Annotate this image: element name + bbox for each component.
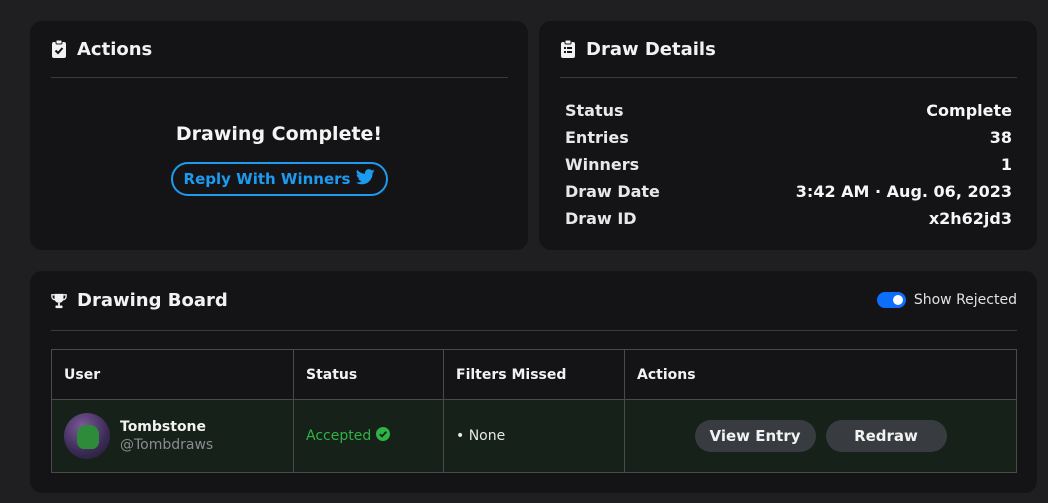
detail-label: Winners bbox=[565, 155, 640, 174]
detail-value: 38 bbox=[989, 128, 1012, 147]
column-header-filters-missed: Filters Missed bbox=[443, 349, 625, 400]
drawing-board-table: User Status Filters Missed Actions Tombs… bbox=[51, 349, 1017, 473]
status-text: Accepted bbox=[306, 428, 372, 444]
detail-label: Draw Date bbox=[565, 182, 660, 201]
show-rejected-control: Show Rejected bbox=[876, 292, 1017, 308]
actions-card: Actions Drawing Complete! Reply With Win… bbox=[30, 21, 528, 250]
board-title: Drawing Board bbox=[77, 290, 228, 311]
clipboard-list-icon bbox=[560, 40, 576, 58]
user-name[interactable]: Tombstone bbox=[120, 419, 213, 435]
show-rejected-toggle[interactable] bbox=[876, 292, 906, 308]
table-row: Tombstone @Tombdraws Accepted • None Vie… bbox=[51, 399, 1017, 473]
detail-row-status: Status Complete bbox=[565, 97, 1012, 124]
detail-label: Entries bbox=[565, 128, 629, 147]
filters-missed-cell: • None bbox=[443, 399, 625, 473]
detail-label: Status bbox=[565, 101, 624, 120]
check-circle-icon bbox=[376, 427, 391, 445]
detail-row-draw-date: Draw Date 3:42 AM · Aug. 06, 2023 bbox=[565, 178, 1012, 205]
detail-label: Draw ID bbox=[565, 209, 637, 228]
detail-row-draw-id: Draw ID x2h62jd3 bbox=[565, 205, 1012, 232]
table-header-row: User Status Filters Missed Actions bbox=[51, 349, 1017, 400]
detail-value: x2h62jd3 bbox=[928, 209, 1012, 228]
detail-row-entries: Entries 38 bbox=[565, 124, 1012, 151]
drawing-board-card: Drawing Board Show Rejected User Status … bbox=[30, 271, 1037, 493]
show-rejected-label: Show Rejected bbox=[913, 292, 1017, 308]
column-header-actions: Actions bbox=[624, 349, 1017, 400]
detail-value: Complete bbox=[926, 101, 1012, 120]
detail-row-winners: Winners 1 bbox=[565, 151, 1012, 178]
status-cell: Accepted bbox=[293, 399, 444, 473]
user-cell: Tombstone @Tombdraws bbox=[51, 399, 294, 473]
details-title: Draw Details bbox=[586, 38, 716, 60]
reply-button-label: Reply With Winners bbox=[183, 170, 351, 188]
drawing-complete-text: Drawing Complete! bbox=[175, 123, 383, 145]
avatar[interactable] bbox=[64, 413, 110, 459]
details-list: Status Complete Entries 38 Winners 1 Dra… bbox=[565, 97, 1012, 232]
user-handle[interactable]: @Tombdraws bbox=[120, 437, 213, 453]
actions-cell: View Entry Redraw bbox=[624, 399, 1017, 473]
actions-title: Actions bbox=[77, 38, 153, 60]
view-entry-button[interactable]: View Entry bbox=[694, 420, 816, 452]
detail-value: 1 bbox=[1000, 155, 1012, 174]
detail-value: 3:42 AM · Aug. 06, 2023 bbox=[795, 182, 1012, 201]
redraw-button[interactable]: Redraw bbox=[825, 420, 947, 452]
clipboard-check-icon bbox=[51, 40, 67, 58]
reply-with-winners-button[interactable]: Reply With Winners bbox=[171, 162, 388, 196]
details-header: Draw Details bbox=[560, 21, 1017, 78]
draw-details-card: Draw Details Status Complete Entries 38 … bbox=[539, 21, 1037, 250]
actions-header: Actions bbox=[51, 21, 508, 78]
status-badge: Accepted bbox=[306, 427, 391, 445]
column-header-user: User bbox=[51, 349, 294, 400]
board-header: Drawing Board bbox=[51, 271, 1017, 331]
twitter-icon bbox=[356, 169, 376, 189]
trophy-icon bbox=[51, 292, 67, 310]
column-header-status: Status bbox=[293, 349, 444, 400]
